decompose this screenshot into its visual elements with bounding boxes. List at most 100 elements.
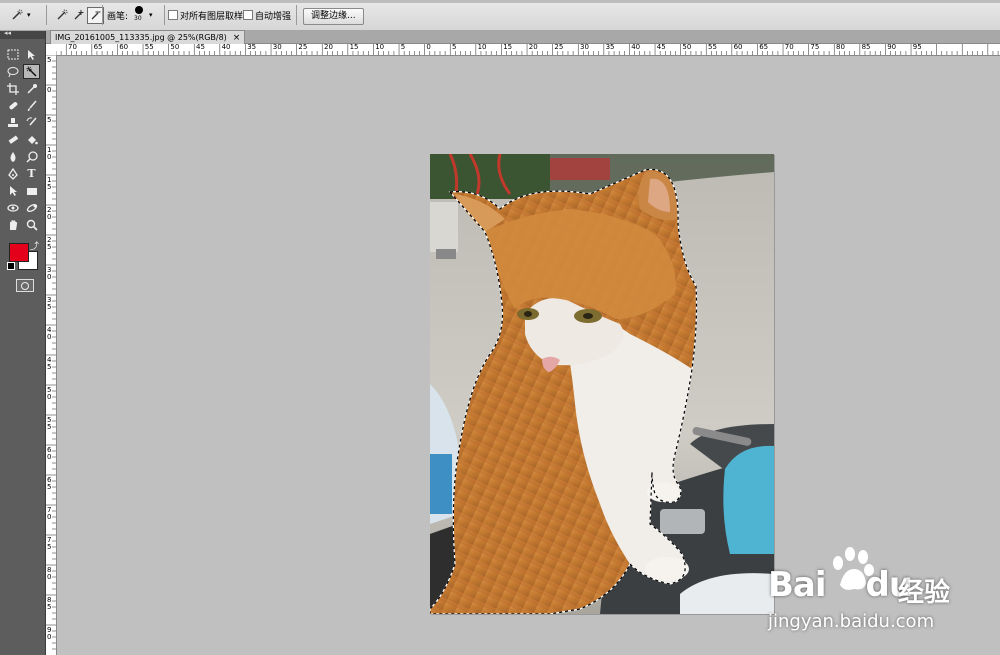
history-brush-icon[interactable] [23, 115, 40, 130]
document-canvas[interactable] [430, 154, 774, 614]
ruler-label: 10 [477, 43, 487, 51]
ruler-label: 0 [47, 86, 52, 94]
brush-icon[interactable] [23, 98, 40, 113]
ruler-label: 5 0 [47, 386, 52, 401]
ruler-label: 20 [528, 43, 538, 51]
chevron-down-icon[interactable]: ▾ [149, 11, 153, 19]
ruler-label: 25 [554, 43, 564, 51]
quick-selection-icon[interactable] [23, 64, 40, 79]
ruler-label: 60 [119, 43, 129, 51]
document-tab-strip: IMG_20161005_113335.jpg @ 25%(RGB/8) × [46, 30, 1000, 44]
crop-icon[interactable] [4, 81, 21, 96]
tool-preset-picker[interactable]: ▾ [8, 6, 31, 24]
brush-label: 画笔: [107, 11, 129, 22]
ruler-label: 5 [452, 43, 457, 51]
ruler-label: 30 [580, 43, 589, 51]
auto-enhance-option[interactable]: 自动增强 [243, 6, 291, 24]
ruler-label: 3 5 [47, 296, 52, 311]
sample-all-layers-option[interactable]: 对所有图层取样 [168, 6, 243, 24]
quick-selection-preset-icon[interactable] [8, 7, 25, 24]
brush-picker[interactable]: 画笔: 30 ▾ [107, 6, 153, 24]
ruler-label: 90 [887, 43, 897, 51]
ruler-label: 4 5 [47, 356, 52, 371]
document-title: IMG_20161005_113335.jpg @ 25%(RGB/8) [55, 33, 227, 42]
brush-size: 30 [134, 15, 142, 22]
add-to-selection-icon[interactable] [70, 7, 87, 24]
ruler-label: 1 5 [47, 176, 52, 191]
pen-icon[interactable] [4, 166, 21, 181]
ruler-label: 2 5 [47, 236, 52, 251]
options-divider [102, 5, 103, 25]
ruler-label: 35 [247, 43, 257, 51]
ruler-label: 40 [221, 43, 231, 51]
ruler-label: 5 5 [47, 416, 52, 431]
ruler-label: 4 0 [47, 326, 52, 341]
dodge-icon[interactable] [23, 149, 40, 164]
brush-preview[interactable]: 30 [132, 6, 148, 24]
ruler-label: 9 0 [47, 626, 52, 641]
window-top-edge [0, 0, 1000, 3]
quick-mask-icon [21, 281, 29, 290]
type-icon[interactable]: T [23, 166, 40, 181]
hand-icon[interactable] [4, 217, 21, 232]
ruler-label: 45 [656, 43, 666, 51]
new-selection-icon[interactable] [53, 7, 70, 24]
marquee-icon[interactable] [4, 47, 21, 62]
sample-all-layers-checkbox[interactable] [168, 10, 178, 20]
tools-panel: ◂◂ T ⤴ [0, 29, 46, 655]
ruler-label: 80 [836, 43, 845, 51]
ruler-label: 2 0 [47, 206, 52, 221]
ruler-label: 5 [47, 116, 52, 124]
path-selection-icon[interactable] [4, 183, 21, 198]
eyedropper-icon[interactable] [23, 81, 40, 96]
ruler-label: 0 [426, 43, 431, 51]
ruler-label: 60 [733, 43, 743, 51]
3d-orbit-icon[interactable] [23, 200, 40, 215]
clone-stamp-icon[interactable] [4, 115, 21, 130]
ruler-label: 7 0 [47, 506, 52, 521]
tools-panel-header[interactable]: ◂◂ [0, 29, 45, 39]
watermark-chinese: 经验 [898, 578, 951, 608]
ruler-label: 1 0 [47, 146, 52, 161]
default-colors-icon[interactable] [7, 262, 15, 270]
ruler-label: 75 [810, 43, 820, 51]
move-icon[interactable] [23, 47, 40, 62]
lasso-icon[interactable] [4, 64, 21, 79]
ruler-label: 30 [272, 43, 282, 51]
ruler-label: 5 [400, 43, 406, 51]
sample-all-layers-label: 对所有图层取样 [180, 11, 244, 22]
horizontal-ruler[interactable]: 70 65 60 55 50 45 40 35 30 25 20 15 10 5 0 5 10 15 20 25 30 3… [56, 43, 1000, 56]
ruler-label: 55 [144, 43, 154, 51]
rectangle-shape-icon[interactable] [23, 183, 40, 198]
ruler-label: 7 5 [47, 536, 52, 551]
watermark-url: jingyan.baidu.com [768, 611, 935, 632]
ruler-label: 50 [170, 43, 180, 51]
watermark-brand: Bai du [768, 565, 913, 605]
3d-rotate-icon[interactable] [4, 200, 21, 215]
document-tab[interactable]: IMG_20161005_113335.jpg @ 25%(RGB/8) × [50, 30, 246, 44]
ruler-label: 25 [298, 43, 308, 51]
blur-icon[interactable] [4, 149, 21, 164]
auto-enhance-checkbox[interactable] [243, 10, 253, 20]
ruler-label: 45 [196, 43, 205, 51]
options-divider [164, 5, 165, 25]
ruler-label: 35 [605, 43, 615, 51]
paint-bucket-icon[interactable] [23, 132, 40, 147]
ruler-label: 40 [631, 43, 641, 51]
options-bar: ▾ 画笔: 30 ▾ 对所有图层取样 自动增强 调整边缘... [0, 0, 1000, 31]
zoom-icon[interactable] [23, 217, 40, 232]
healing-brush-icon[interactable] [4, 98, 21, 113]
close-icon[interactable]: × [233, 33, 241, 43]
foreground-color-swatch[interactable] [9, 243, 29, 262]
ruler-label: 85 [861, 43, 871, 51]
ruler-label: 15 [349, 43, 359, 51]
ruler-label: 5 [47, 56, 52, 64]
ruler-label: 95 [912, 43, 922, 51]
vertical-ruler[interactable]: 5 0 5 1 0 1 5 2 0 2 5 3 0 3 5 4 0 4 5 5 0 5 5 6 0 6 5 7… [46, 55, 57, 655]
refine-edge-button[interactable]: 调整边缘... [303, 8, 364, 25]
auto-enhance-label: 自动增强 [255, 11, 292, 22]
quick-mask-button[interactable] [16, 279, 34, 292]
baidu-jingyan-watermark: Bai du 经验 jingyan.baidu.com [766, 545, 1000, 655]
eraser-icon[interactable] [4, 132, 21, 147]
ruler-label: 65 [93, 43, 103, 51]
